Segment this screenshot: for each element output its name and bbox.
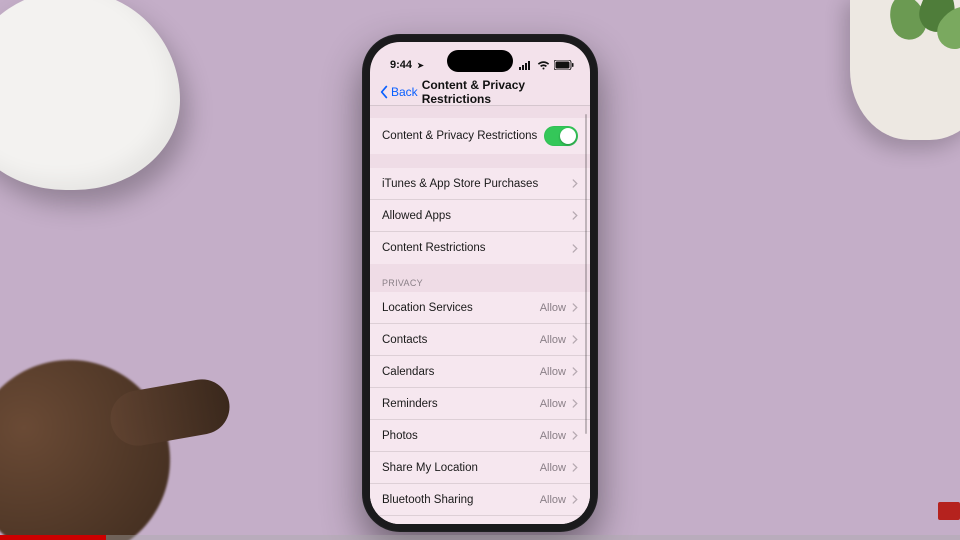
location-services-row[interactable]: Location Services Allow [370, 292, 590, 324]
content-privacy-toggle-row[interactable]: Content & Privacy Restrictions [370, 118, 590, 154]
row-value: Allow [540, 494, 566, 506]
chevron-right-icon [572, 367, 578, 376]
photos-row[interactable]: Photos Allow [370, 420, 590, 452]
microphone-row[interactable]: Microphone Allow [370, 516, 590, 524]
privacy-section-header: PRIVACY [370, 264, 590, 292]
page-title: Content & Privacy Restrictions [422, 78, 582, 106]
itunes-purchases-row[interactable]: iTunes & App Store Purchases [370, 168, 590, 200]
clock-text: 9:44 [390, 59, 412, 71]
chevron-right-icon [572, 211, 578, 220]
row-label: Calendars [382, 366, 434, 378]
chevron-left-icon [378, 85, 390, 99]
video-progress-bar[interactable] [0, 535, 960, 540]
chevron-right-icon [572, 335, 578, 344]
chevron-right-icon [572, 463, 578, 472]
back-button[interactable]: Back [378, 85, 418, 99]
content-restrictions-row[interactable]: Content Restrictions [370, 232, 590, 264]
nav-bar: Back Content & Privacy Restrictions [370, 78, 590, 106]
row-label: Reminders [382, 398, 438, 410]
chevron-right-icon [572, 179, 578, 188]
allowed-apps-row[interactable]: Allowed Apps [370, 200, 590, 232]
toggle-group: Content & Privacy Restrictions [370, 118, 590, 154]
toggle-knob [560, 128, 576, 144]
row-label: Allowed Apps [382, 210, 451, 222]
row-label: Location Services [382, 302, 473, 314]
bluetooth-sharing-row[interactable]: Bluetooth Sharing Allow [370, 484, 590, 516]
chevron-right-icon [572, 244, 578, 253]
row-value: Allow [540, 302, 566, 314]
location-arrow-icon: ➤ [417, 61, 424, 70]
chevron-right-icon [572, 431, 578, 440]
wifi-icon [537, 61, 550, 70]
row-label: Share My Location [382, 462, 478, 474]
settings-content[interactable]: Content & Privacy Restrictions iTunes & … [370, 106, 590, 524]
reminders-row[interactable]: Reminders Allow [370, 388, 590, 420]
row-value: Allow [540, 398, 566, 410]
share-location-row[interactable]: Share My Location Allow [370, 452, 590, 484]
apple-mouse-prop [0, 0, 180, 190]
battery-icon [554, 60, 574, 70]
row-label: Bluetooth Sharing [382, 494, 473, 506]
desk-background: 9:44 ➤ Back Content & Privacy Restrictio… [0, 0, 960, 540]
row-label: Photos [382, 430, 418, 442]
privacy-group: Location Services Allow Contacts Allow C… [370, 292, 590, 524]
dynamic-island [447, 50, 513, 72]
status-right-icons [519, 60, 574, 70]
row-value: Allow [540, 334, 566, 346]
video-progress-fill [0, 535, 106, 540]
back-label: Back [391, 85, 418, 99]
chevron-right-icon [572, 303, 578, 312]
contacts-row[interactable]: Contacts Allow [370, 324, 590, 356]
iphone-frame: 9:44 ➤ Back Content & Privacy Restrictio… [362, 34, 598, 532]
cellular-icon [519, 61, 533, 70]
row-label: Contacts [382, 334, 427, 346]
scrollbar[interactable] [585, 114, 587, 434]
status-time: 9:44 ➤ [390, 59, 424, 71]
toggle-label: Content & Privacy Restrictions [382, 130, 537, 142]
red-card-prop [938, 502, 960, 520]
row-value: Allow [540, 430, 566, 442]
row-label: Content Restrictions [382, 242, 486, 254]
content-privacy-toggle[interactable] [544, 126, 578, 146]
chevron-right-icon [572, 399, 578, 408]
row-value: Allow [540, 462, 566, 474]
purchases-group: iTunes & App Store Purchases Allowed App… [370, 168, 590, 264]
row-value: Allow [540, 366, 566, 378]
iphone-screen: 9:44 ➤ Back Content & Privacy Restrictio… [370, 42, 590, 524]
row-label: iTunes & App Store Purchases [382, 178, 538, 190]
chevron-right-icon [572, 495, 578, 504]
calendars-row[interactable]: Calendars Allow [370, 356, 590, 388]
